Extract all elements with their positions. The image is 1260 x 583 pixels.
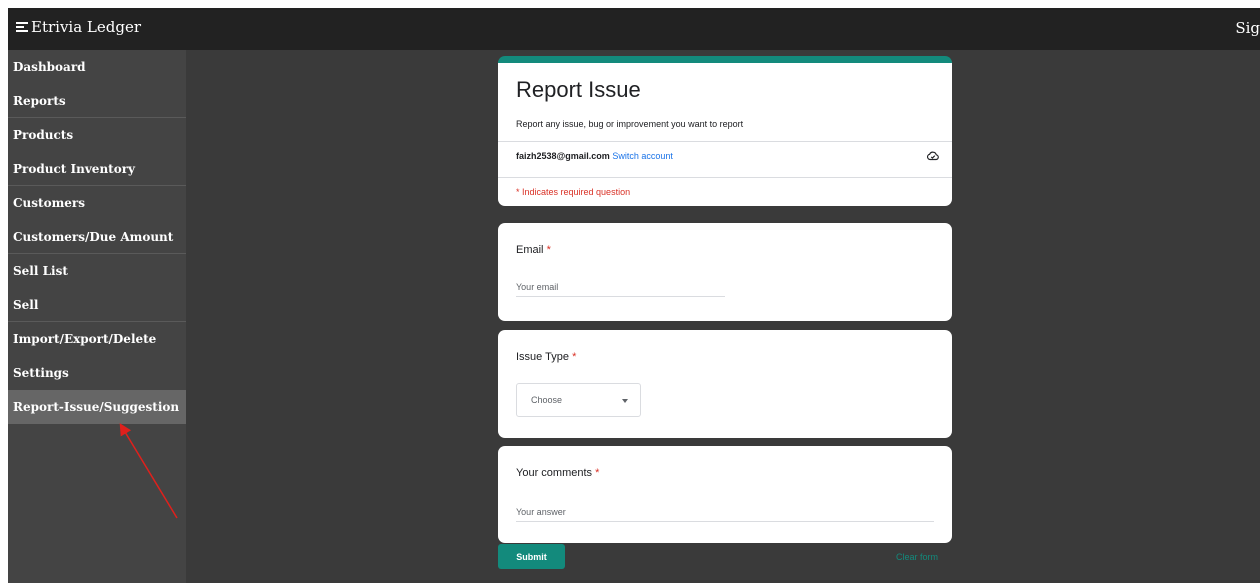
form-header-card: Report Issue Report any issue, bug or im… [498,56,952,206]
sidebar-item-settings[interactable]: Settings [8,356,186,390]
account-row: faizh2538@gmail.com Switch account [516,151,673,161]
sidebar: Dashboard Reports Products Product Inven… [8,50,186,583]
divider [498,141,952,142]
comments-field[interactable]: Your answer [516,507,934,522]
form-description: Report any issue, bug or improvement you… [516,119,744,129]
sidebar-item-sell[interactable]: Sell [8,288,186,322]
sidebar-item-report-issue[interactable]: Report-Issue/Suggestion [8,390,186,424]
form-title: Report Issue [516,77,641,102]
caret-down-icon [622,399,628,403]
required-note: * Indicates required question [516,187,631,197]
account-email: faizh2538@gmail.com [516,151,610,161]
main-content: Report Issue Report any issue, bug or im… [186,50,1260,583]
submit-button[interactable]: Submit [498,544,565,569]
divider [498,177,952,178]
sidebar-item-sell-list[interactable]: Sell List [8,254,186,288]
cloud-done-icon[interactable] [926,149,940,163]
email-field[interactable]: Your email [516,282,725,297]
sidebar-item-customers[interactable]: Customers [8,186,186,220]
sidebar-item-customers-due-amount[interactable]: Customers/Due Amount [8,220,186,254]
sidebar-item-reports[interactable]: Reports [8,84,186,118]
email-question-card: Email * Your email [498,223,952,321]
switch-account-link[interactable]: Switch account [612,151,673,161]
clear-form-link[interactable]: Clear form [896,552,938,562]
sidebar-item-dashboard[interactable]: Dashboard [8,50,186,84]
comments-question-card: Your comments * Your answer [498,446,952,543]
issue-type-question-card: Issue Type * Choose [498,330,952,438]
app-window: Etrivia Ledger Sig Dashboard Reports Pro… [8,8,1260,583]
signin-link[interactable]: Sig [1235,19,1260,37]
app-title: Etrivia Ledger [31,18,142,36]
sidebar-item-import-export-delete[interactable]: Import/Export/Delete [8,322,186,356]
sidebar-item-products[interactable]: Products [8,118,186,152]
brand[interactable]: Etrivia Ledger [16,18,141,36]
comments-label: Your comments * [516,467,600,479]
email-label: Email * [516,244,551,256]
issue-type-selected: Choose [531,395,563,405]
sidebar-item-product-inventory[interactable]: Product Inventory [8,152,186,186]
menu-icon[interactable] [16,21,28,33]
issue-type-label: Issue Type * [516,351,577,363]
issue-type-select[interactable]: Choose [516,383,641,417]
top-bar: Etrivia Ledger Sig [8,8,1260,50]
